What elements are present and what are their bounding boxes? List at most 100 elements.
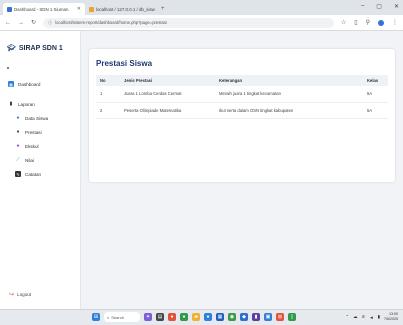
sidebar-item-nilai[interactable]: ⟋ Nilai xyxy=(15,157,34,163)
dashboard-icon: ▦ xyxy=(8,81,14,87)
new-tab-button[interactable]: + xyxy=(157,3,169,15)
browser-toolbar: ← → ↻ ⓘ localhost/sistem-report/dashboar… xyxy=(0,15,403,31)
system-tray: ⌃ ☁ ≋ ◄ ▮ 13:00 7/6/2025 xyxy=(345,312,398,322)
app-icon-4[interactable]: ▦ xyxy=(216,313,224,321)
clock[interactable]: 13:00 7/6/2025 xyxy=(384,312,398,322)
tab-label: Dashboard - SDN 1 Siuman xyxy=(14,6,69,12)
extensions-icon[interactable]: ⚲ xyxy=(366,19,370,26)
app-icon-9[interactable]: ▯ xyxy=(288,313,296,321)
sidebar-item-ekskul[interactable]: ● Ekskul xyxy=(15,143,39,149)
divider-dot xyxy=(7,67,9,69)
main-content: Prestasi Siswa No Jenis Prestasi Keteran… xyxy=(81,31,403,309)
forward-icon[interactable]: → xyxy=(18,20,24,26)
user-icon: ● xyxy=(16,115,20,121)
app-icon-3[interactable]: ● xyxy=(204,313,212,321)
sidebar-item-data-siswa[interactable]: ● Data Siswa xyxy=(15,115,48,121)
sidebar-item-prestasi[interactable]: ♦ Prestasi xyxy=(15,129,42,135)
task-view-icon[interactable]: ▤ xyxy=(156,313,164,321)
clock-date: 7/6/2025 xyxy=(384,317,398,321)
plus-icon: + xyxy=(161,6,165,12)
logout-button[interactable]: ↪ Logout xyxy=(9,291,31,298)
brand[interactable]: 🎓︎ SIRAP SDN 1 xyxy=(7,44,63,53)
chevron-up-icon[interactable]: ⌃ xyxy=(345,314,349,320)
battery-icon[interactable]: ▮ xyxy=(378,314,380,320)
logout-icon: ↪ xyxy=(9,292,15,298)
cell-keterangan: Meraih juara 1 tingkat kecamatan xyxy=(215,86,363,103)
sidebar-item-dashboard[interactable]: ▦ Dashboard xyxy=(8,81,40,87)
browser-tab-bar: Dashboard - SDN 1 Siuman ✕ localhost / 1… xyxy=(0,0,403,15)
column-header-no: No xyxy=(100,78,106,83)
sidebar-item-label: Catatan xyxy=(25,171,42,177)
cell-jenis: Juara 1 Lomba Cerdas Cermat xyxy=(120,86,215,103)
bookmark-star-icon[interactable]: ☆ xyxy=(341,19,346,26)
reload-icon[interactable]: ↻ xyxy=(31,19,36,26)
wifi-icon[interactable]: ≋ xyxy=(362,314,366,320)
prestasi-table: No Jenis Prestasi Keterangan Kelas 1 Jua… xyxy=(96,75,388,119)
os-taskbar: ⊞ ⌕ Search ✦ ▤ ● ● ▰ ● ▦ ◉ ◆ ▮ ▣ ◍ ▯ ⌃ ☁… xyxy=(0,309,403,325)
minimize-icon[interactable]: – xyxy=(361,3,364,10)
tab-label: localhost / 127.0.0.1 / db_sisw xyxy=(96,6,155,12)
sidebar-item-label: Ekskul xyxy=(25,143,39,149)
app-icon-6[interactable]: ▮ xyxy=(252,313,260,321)
favicon-icon xyxy=(89,6,94,12)
note-icon: ✎ xyxy=(15,171,21,177)
url-text: localhost/sistem-report/dashboard/home.p… xyxy=(55,20,167,25)
chart-line-icon: ⟋ xyxy=(16,157,20,163)
sidebar-item-label: Data Siswa xyxy=(25,115,49,121)
favicon-icon xyxy=(7,6,12,12)
sidebar: 🎓︎ SIRAP SDN 1 ▦ Dashboard ▮ Laporan ● D… xyxy=(0,31,81,309)
page-title: Prestasi Siswa xyxy=(96,59,153,68)
document-icon: ▮ xyxy=(9,101,13,107)
column-header-jenis: Jenis Prestasi xyxy=(124,78,153,83)
sidebar-item-laporan[interactable]: ▮ Laporan xyxy=(8,101,35,107)
sidepanel-icon[interactable]: ▯ xyxy=(354,19,357,26)
taskbar-search[interactable]: ⌕ Search xyxy=(104,312,140,322)
brand-title: SIRAP SDN 1 xyxy=(18,44,63,52)
app-icon-1[interactable]: ● xyxy=(168,313,176,321)
cell-keterangan: Ikut serta dalam OSN tingkat kabupaten xyxy=(215,102,363,119)
tab-close-icon[interactable]: ✕ xyxy=(77,6,81,12)
app-icon-2[interactable]: ● xyxy=(180,313,188,321)
globe-icon: ● xyxy=(16,143,20,149)
window-controls: – ▢ ✕ xyxy=(361,3,399,10)
table-header-row: No Jenis Prestasi Keterangan Kelas xyxy=(96,75,388,86)
browser-tab-dashboard[interactable]: Dashboard - SDN 1 Siuman ✕ xyxy=(3,3,85,15)
menu-kebab-icon[interactable]: ⋮ xyxy=(392,19,398,26)
app-icon-5[interactable]: ◆ xyxy=(240,313,248,321)
chrome-icon[interactable]: ◉ xyxy=(228,313,236,321)
sidebar-item-label: Nilai xyxy=(25,157,34,163)
sidebar-item-label: Prestasi xyxy=(25,129,42,135)
school-icon: 🎓︎ xyxy=(7,45,16,52)
cell-no: 2 xyxy=(96,102,120,119)
column-header-keterangan: Keterangan xyxy=(219,78,243,83)
profile-avatar[interactable] xyxy=(378,19,384,26)
cloud-icon[interactable]: ☁ xyxy=(353,314,357,320)
sidebar-item-label: Laporan xyxy=(18,101,35,107)
search-placeholder: Search xyxy=(111,314,124,320)
cell-kelas: 5A xyxy=(363,102,388,119)
column-header-kelas: Kelas xyxy=(367,78,379,83)
maximize-icon[interactable]: ▢ xyxy=(376,3,382,10)
volume-icon[interactable]: ◄ xyxy=(369,315,373,320)
cell-no: 1 xyxy=(96,86,120,103)
windows-start-icon[interactable]: ⊞ xyxy=(92,313,100,321)
back-icon[interactable]: ← xyxy=(5,20,11,26)
cell-jenis: Peserta Olimpiade Matematika xyxy=(120,102,215,119)
info-icon: ⓘ xyxy=(48,19,53,25)
table-row: 1 Juara 1 Lomba Cerdas Cermat Meraih jua… xyxy=(96,86,388,103)
close-icon[interactable]: ✕ xyxy=(394,3,399,10)
search-icon: ⌕ xyxy=(107,314,110,320)
file-explorer-icon[interactable]: ▰ xyxy=(192,313,200,321)
prestasi-card: Prestasi Siswa No Jenis Prestasi Keteran… xyxy=(89,49,395,182)
app-icon-7[interactable]: ▣ xyxy=(264,313,272,321)
trophy-icon: ♦ xyxy=(16,129,20,135)
sidebar-item-label: Dashboard xyxy=(18,81,41,87)
app-icon-8[interactable]: ◍ xyxy=(276,313,284,321)
browser-tab-phpmyadmin[interactable]: localhost / 127.0.0.1 / db_sisw ✕ xyxy=(85,3,157,15)
cell-kelas: 5A xyxy=(363,86,388,103)
logout-label: Logout xyxy=(17,292,32,297)
table-row: 2 Peserta Olimpiade Matematika Ikut sert… xyxy=(96,102,388,119)
sidebar-item-catatan[interactable]: ✎ Catatan xyxy=(15,171,41,177)
address-bar[interactable]: ⓘ localhost/sistem-report/dashboard/home… xyxy=(43,17,334,28)
copilot-icon[interactable]: ✦ xyxy=(144,313,152,321)
